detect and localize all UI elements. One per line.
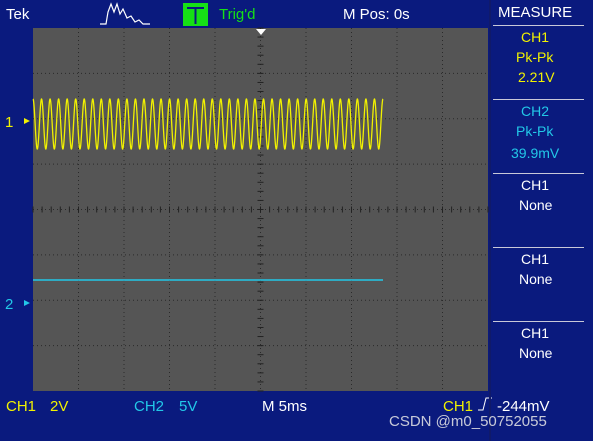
measure-slot-1-type: Pk-Pk — [516, 49, 554, 65]
ch1-scale-value: 2V — [50, 398, 69, 415]
measure-slot-2-channel: CH2 — [521, 103, 550, 119]
menu-separator — [493, 321, 584, 322]
watermark: CSDN @m0_50752055 — [389, 413, 547, 430]
acquisition-waveform-icon — [100, 2, 150, 25]
menu-frame — [489, 0, 491, 441]
ch2-ground-arrow-icon — [24, 300, 30, 306]
menu-separator — [493, 247, 584, 248]
ch2-scale-value: 5V — [179, 398, 198, 415]
measure-slot-3-channel: CH1 — [521, 177, 550, 193]
menu-separator — [493, 99, 584, 100]
horizontal-position-label: M Pos: 0s — [343, 6, 410, 23]
timebase-label: M 5ms — [262, 398, 307, 415]
measure-slot-5-channel: CH1 — [521, 325, 550, 341]
measure-slot-2-value: 39.9mV — [511, 145, 560, 161]
measure-slot-1-channel: CH1 — [521, 29, 550, 45]
ch2-marker: 2 — [5, 296, 14, 313]
measure-slot-4-channel: CH1 — [521, 251, 550, 267]
trigger-level-value: -244mV — [497, 398, 550, 415]
menu-separator — [493, 173, 584, 174]
measure-slot-5-type: None — [519, 345, 553, 361]
ch1-marker: 1 — [5, 114, 14, 131]
measure-slot-3-type: None — [519, 197, 553, 213]
ch1-ground-arrow-icon — [24, 118, 30, 124]
trigger-source-label: CH1 — [443, 398, 474, 415]
measure-slot-2-type: Pk-Pk — [516, 123, 554, 139]
brand-label: Tek — [6, 6, 30, 23]
ch1-scale-label: CH1 — [6, 398, 37, 415]
oscilloscope-screen — [24, 2, 492, 411]
menu-title: MEASURE — [498, 4, 573, 21]
measure-slot-4-type: None — [519, 271, 553, 287]
ch2-scale-label: CH2 — [134, 398, 165, 415]
measure-slot-1-value: 2.21V — [518, 69, 555, 85]
menu-separator — [493, 25, 584, 26]
trigger-state-label: Trig'd — [219, 6, 256, 23]
